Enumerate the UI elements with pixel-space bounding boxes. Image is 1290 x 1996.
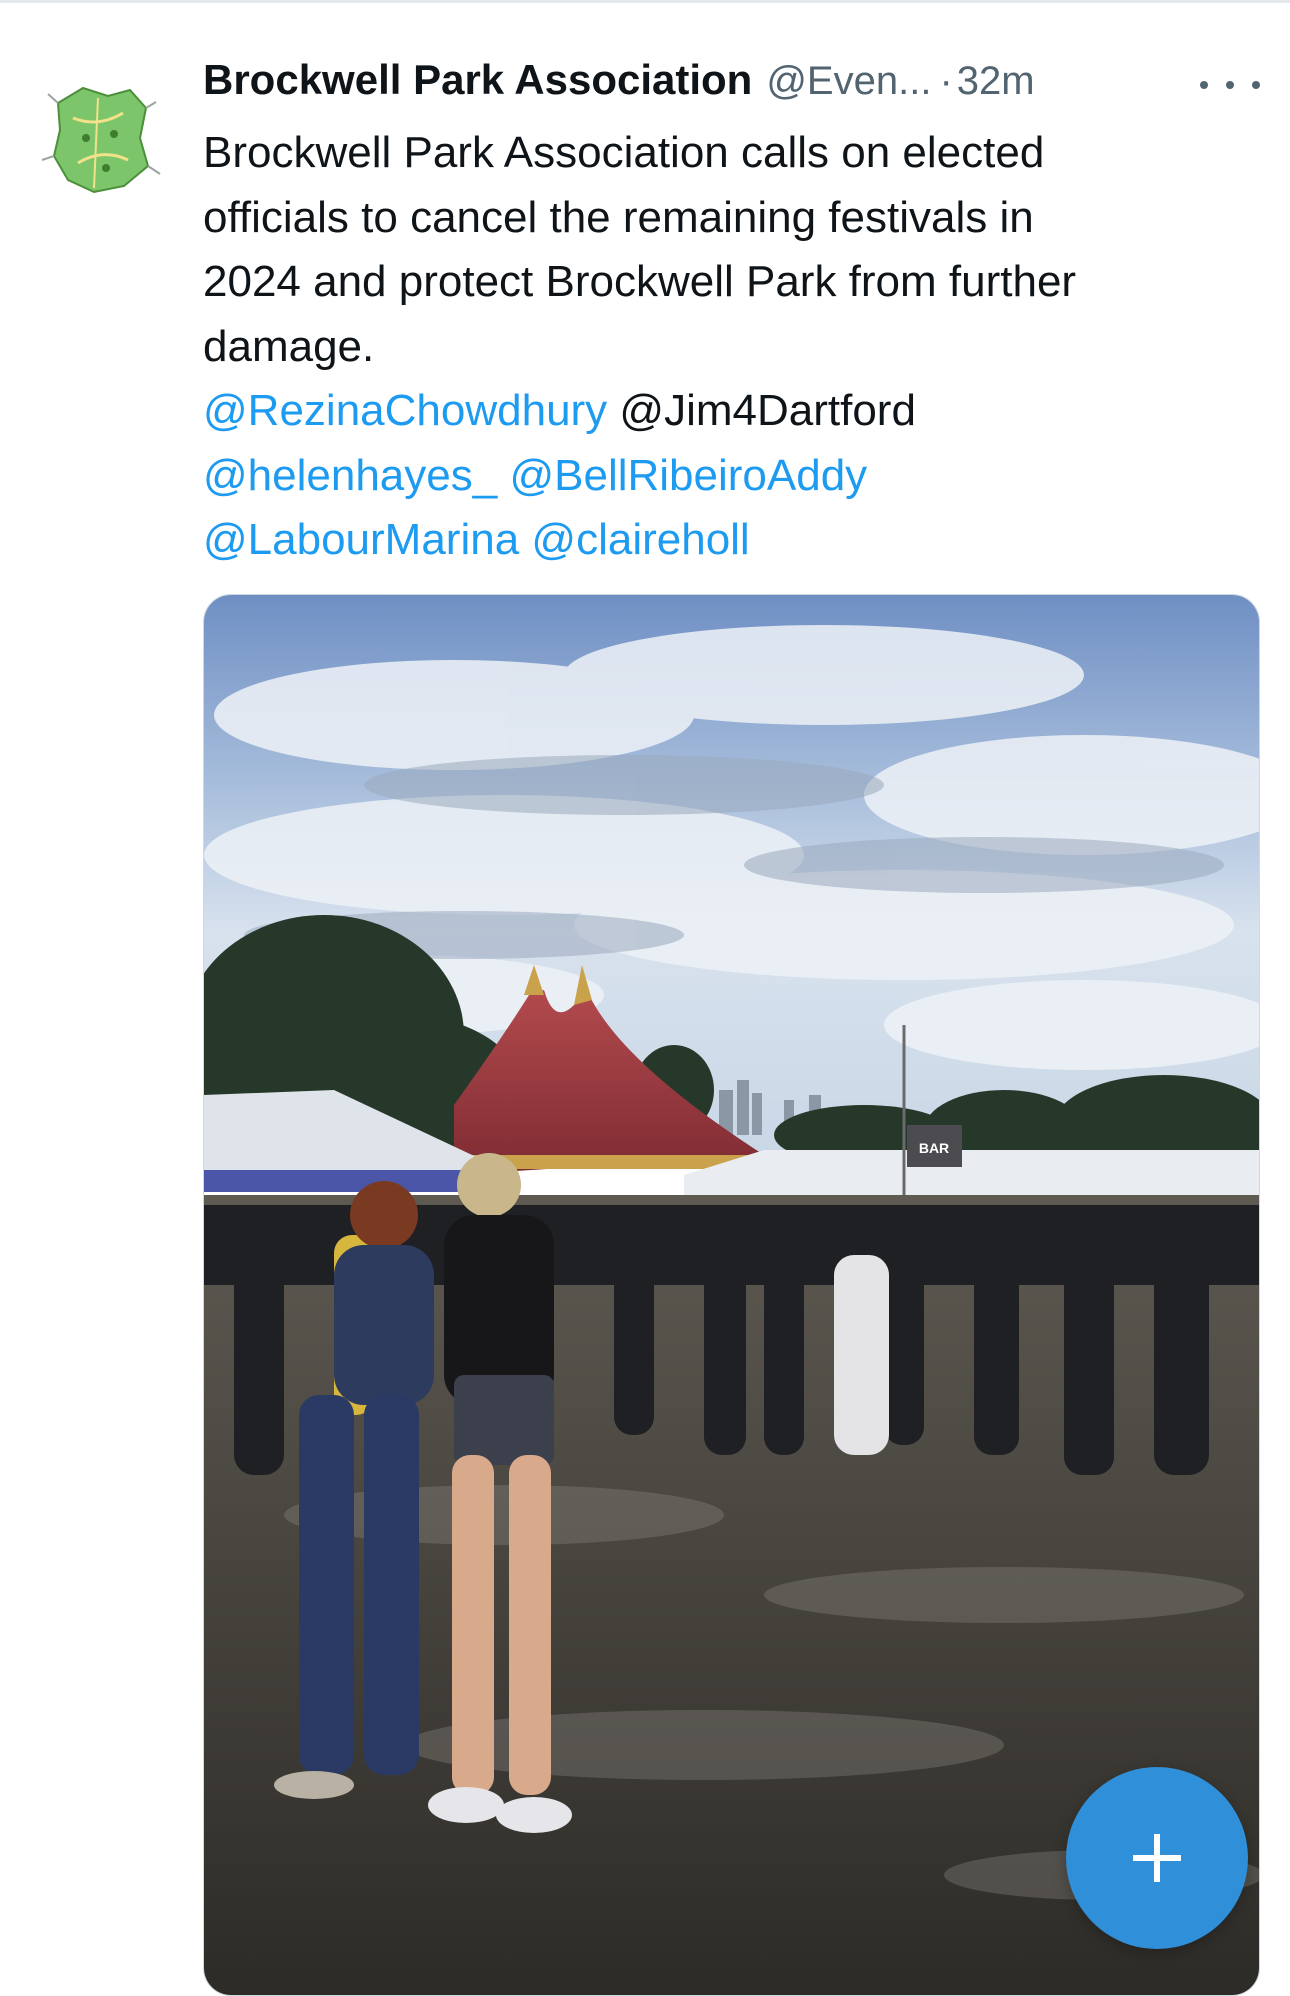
mention-link[interactable]: @BellRibeiroAddy [509,451,867,500]
mention-link[interactable]: @claireholl [531,515,749,564]
more-horizontal-icon[interactable] [1200,70,1260,100]
text-line: damage. [203,321,375,371]
timestamp[interactable]: 32m [957,59,1035,104]
mentions-line: @LabourMarina @claireholl [203,508,1243,573]
display-name[interactable]: Brockwell Park Association [203,56,752,104]
compose-button[interactable] [1066,1767,1248,1949]
separator-dot: · [939,59,953,103]
park-map-icon [28,68,176,208]
tweet-header: Brockwell Park Association @Even... · 32… [203,56,1035,116]
tweet[interactable]: Brockwell Park Association @Even... · 32… [0,0,1290,1996]
avatar[interactable] [28,68,176,208]
mention-link[interactable]: @RezinaChowdhury [203,386,607,435]
mention-link[interactable]: @helenhayes_ [203,451,497,500]
tweet-text: Brockwell Park Association calls on elec… [203,121,1243,573]
text-line: Brockwell Park Association calls on elec… [203,128,1045,177]
mentions-line: @RezinaChowdhury @Jim4Dartford [203,379,1243,444]
user-handle[interactable]: @Even... [766,59,931,104]
mentions-line: @helenhayes_ @BellRibeiroAddy [203,444,1243,509]
mention-text[interactable]: @Jim4Dartford [619,386,916,435]
mention-link[interactable]: @LabourMarina [203,515,519,564]
bar-sign-text: BAR [919,1140,949,1156]
text-line: officials to cancel the remaining festiv… [203,192,1034,242]
text-line: 2024 and protect Brockwell Park from fur… [203,257,1077,306]
plus-icon [1133,1834,1181,1882]
